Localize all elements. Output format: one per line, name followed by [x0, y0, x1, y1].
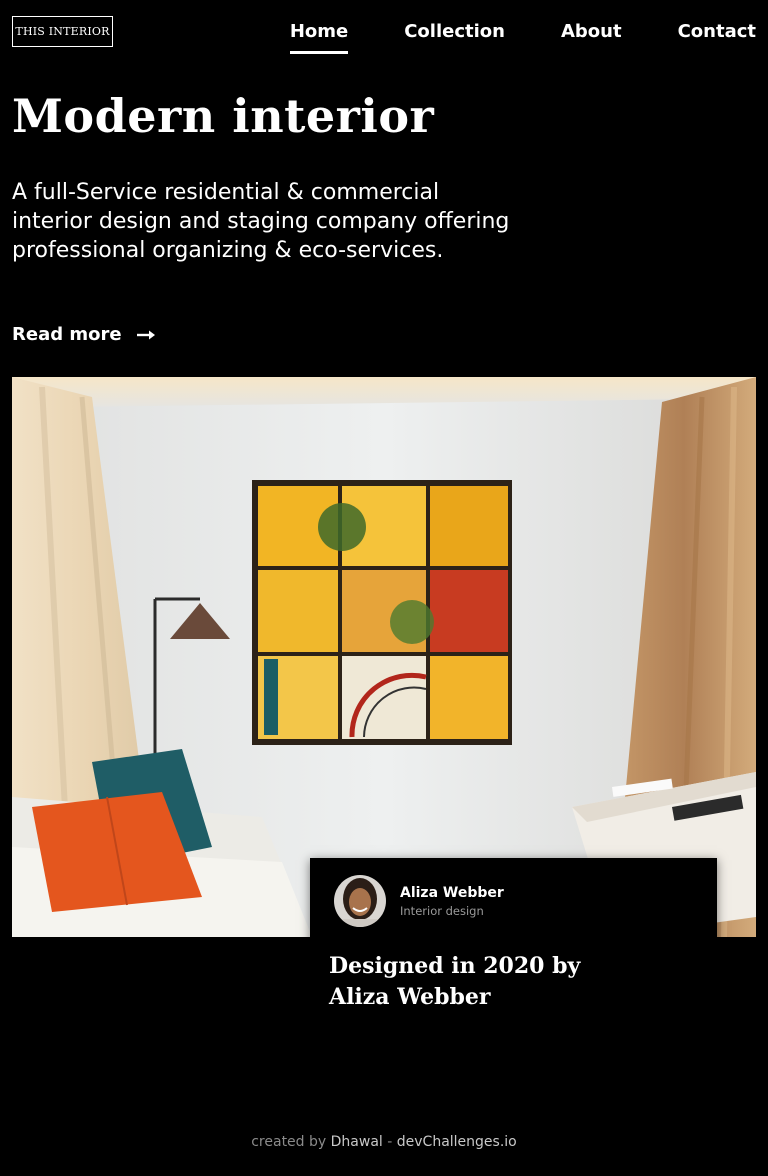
nav-item-contact[interactable]: Contact	[678, 20, 756, 44]
footer-author-link[interactable]: Dhawal	[331, 1134, 383, 1150]
read-more-label: Read more	[12, 324, 122, 345]
page-title: Modern interior	[12, 89, 435, 143]
nav-item-home[interactable]: Home	[289, 20, 349, 54]
footer-site-link[interactable]: devChallenges.io	[397, 1134, 517, 1150]
hero-description: A full-Service residential & commercial …	[12, 180, 510, 263]
logo-text: THIS INTERIOR	[15, 25, 110, 38]
footer: created by Dhawal - devChallenges.io	[0, 1134, 768, 1150]
nav-item-collection[interactable]: Collection	[404, 20, 505, 44]
long-arrow-right-icon	[136, 330, 155, 339]
designer-card: Aliza Webber Interior design Designed in…	[310, 858, 717, 1045]
card-title: Designed in 2020 by Aliza Webber	[329, 953, 581, 1010]
author-role: Interior design	[400, 904, 484, 918]
avatar	[334, 875, 386, 927]
footer-prefix: created by	[251, 1134, 327, 1150]
hero-image	[12, 377, 756, 937]
main-nav: Home Collection About Contact	[289, 20, 756, 54]
read-more-link[interactable]: Read more	[12, 324, 156, 345]
footer-separator: -	[387, 1134, 393, 1150]
brand-logo[interactable]: THIS INTERIOR	[12, 16, 113, 47]
author-name: Aliza Webber	[400, 885, 504, 901]
nav-item-about[interactable]: About	[561, 20, 622, 44]
